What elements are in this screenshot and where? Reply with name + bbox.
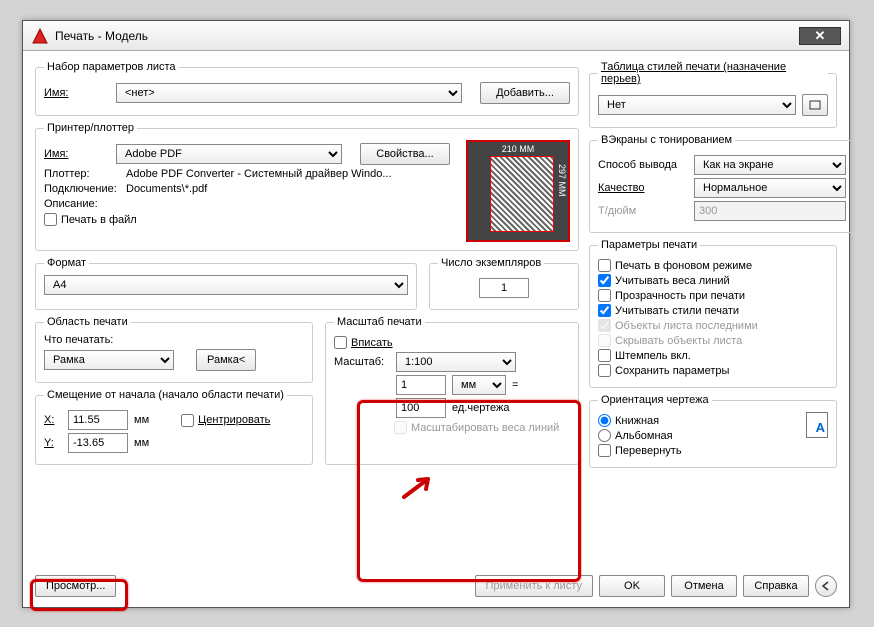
add-button[interactable]: Добавить...: [480, 82, 570, 104]
dialog-footer: Просмотр... Применить к листу OK Отмена …: [23, 567, 849, 605]
help-button[interactable]: Справка: [743, 575, 809, 597]
scale-drawing-input[interactable]: [396, 398, 446, 418]
collapse-button[interactable]: [815, 575, 837, 597]
paper-preview: 210 MM 297 MM: [466, 140, 570, 242]
plot-style-edit-button[interactable]: [802, 94, 828, 116]
copies-group: Число экземпляров: [429, 257, 579, 310]
orientation-upside-checkbox[interactable]: Перевернуть: [598, 444, 806, 457]
plot-area-group: Область печати Что печатать: Рамка Рамка…: [35, 316, 313, 383]
scale-lineweights-checkbox: Масштабировать веса линий: [334, 421, 570, 434]
print-dialog: Печать - Модель ✕ Набор параметров листа…: [22, 20, 850, 608]
opt-hide-checkbox: Скрывать объекты листа: [598, 334, 828, 347]
opt-paperspace-checkbox: Объекты листа последними: [598, 319, 828, 332]
format-group: Формат A4: [35, 257, 417, 310]
plot-area-select[interactable]: Рамка: [44, 350, 174, 370]
printer-name-select[interactable]: Adobe PDF: [116, 144, 342, 164]
page-setup-legend: Набор параметров листа: [44, 61, 179, 73]
preview-button[interactable]: Просмотр...: [35, 575, 116, 597]
ok-button[interactable]: OK: [599, 575, 665, 597]
window-title: Печать - Модель: [55, 29, 148, 43]
orientation-landscape-radio[interactable]: Альбомная: [598, 429, 806, 442]
opt-background-checkbox[interactable]: Печать в фоновом режиме: [598, 259, 828, 272]
apply-to-layout-button: Применить к листу: [475, 575, 594, 597]
dpi-input: [694, 201, 846, 221]
shaded-viewport-group: ВЭкраны с тонированием Способ выводаКак …: [589, 134, 855, 233]
fit-checkbox[interactable]: Вписать: [334, 336, 570, 349]
plot-style-group: Таблица стилей печати (назначение перьев…: [589, 61, 837, 128]
window-pick-button[interactable]: Рамка<: [196, 349, 256, 371]
center-checkbox[interactable]: Центрировать: [181, 414, 270, 427]
offset-y-input[interactable]: [68, 433, 128, 453]
scale-unit-select[interactable]: мм: [452, 375, 506, 395]
app-logo-icon: [31, 27, 49, 45]
opt-stamp-checkbox[interactable]: Штемпель вкл.: [598, 349, 828, 362]
cancel-button[interactable]: Отмена: [671, 575, 737, 597]
paper-format-select[interactable]: A4: [44, 275, 408, 295]
scale-group: Масштаб печати Вписать Масштаб: 1:100 мм…: [325, 316, 579, 465]
page-setup-group: Набор параметров листа Имя: <нет> Добави…: [35, 61, 579, 116]
titlebar: Печать - Модель ✕: [23, 21, 849, 51]
copies-input[interactable]: [479, 278, 529, 298]
shade-mode-select[interactable]: Как на экране: [694, 155, 846, 175]
orientation-group: Ориентация чертежа Книжная Альбомная Пер…: [589, 394, 837, 468]
orientation-icon: [806, 412, 828, 438]
orientation-portrait-radio[interactable]: Книжная: [598, 414, 806, 427]
opt-lineweights-checkbox[interactable]: Учитывать веса линий: [598, 274, 828, 287]
opt-plotstyles-checkbox[interactable]: Учитывать стили печати: [598, 304, 828, 317]
printer-properties-button[interactable]: Свойства...: [360, 143, 450, 165]
opt-transparency-checkbox[interactable]: Прозрачность при печати: [598, 289, 828, 302]
opt-save-checkbox[interactable]: Сохранить параметры: [598, 364, 828, 377]
scale-select[interactable]: 1:100: [396, 352, 516, 372]
close-button[interactable]: ✕: [799, 27, 841, 45]
offset-x-input[interactable]: [68, 410, 128, 430]
plot-options-group: Параметры печати Печать в фоновом режиме…: [589, 239, 837, 388]
quality-select[interactable]: Нормальное: [694, 178, 846, 198]
page-setup-name-select[interactable]: <нет>: [116, 83, 462, 103]
offset-group: Смещение от начала (начало области печат…: [35, 389, 313, 465]
print-to-file-checkbox[interactable]: Печать в файл: [44, 213, 450, 226]
scale-unit-input[interactable]: [396, 375, 446, 395]
printer-group: Принтер/плоттер Имя: Adobe PDF Свойства.…: [35, 122, 579, 251]
plot-style-select[interactable]: Нет: [598, 95, 796, 115]
